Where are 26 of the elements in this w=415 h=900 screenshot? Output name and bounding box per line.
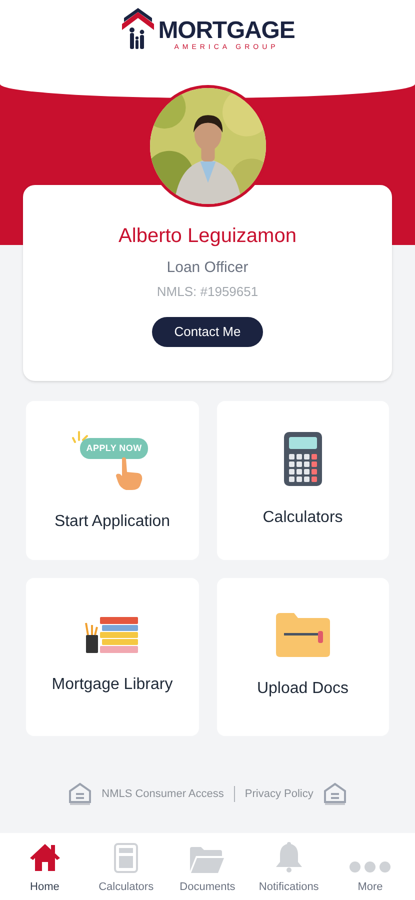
calculator-icon	[114, 843, 138, 873]
nav-tab[interactable]: Notifications	[248, 838, 329, 896]
loan-officer-name: Alberto Leguizamon	[118, 224, 296, 249]
house-family-icon	[120, 8, 156, 52]
calculator-icon	[284, 432, 322, 486]
folder-icon	[276, 613, 330, 657]
menu-tile[interactable]: Upload Docs	[216, 578, 389, 736]
job-title: Loan Officer	[166, 258, 248, 278]
nav-tab[interactable]: More	[330, 838, 410, 896]
books-icon	[84, 617, 140, 653]
nav-tab[interactable]: Documents	[167, 838, 248, 896]
menu-tile[interactable]: Calculators	[216, 401, 389, 560]
menu-tile[interactable]: Mortgage Library	[26, 578, 198, 736]
folder-icon	[190, 847, 224, 873]
apply-now-drawing: APPLY NOW	[72, 428, 152, 490]
nav-tab[interactable]: Calculators	[86, 838, 166, 896]
logo-title: MORTGAGE	[158, 19, 295, 43]
menu-tile[interactable]: APPLY NOW Start Application	[26, 401, 198, 560]
nmls-number: NMLS: #1959651	[156, 282, 258, 300]
contact-me-button[interactable]: Contact Me	[152, 317, 263, 347]
bell-icon	[274, 841, 303, 873]
home-icon	[28, 841, 61, 873]
equal-housing-icon	[68, 782, 92, 806]
equal-housing-icon	[323, 782, 348, 806]
more-icon	[349, 861, 392, 873]
nav-tab[interactable]: Home	[4, 838, 85, 896]
